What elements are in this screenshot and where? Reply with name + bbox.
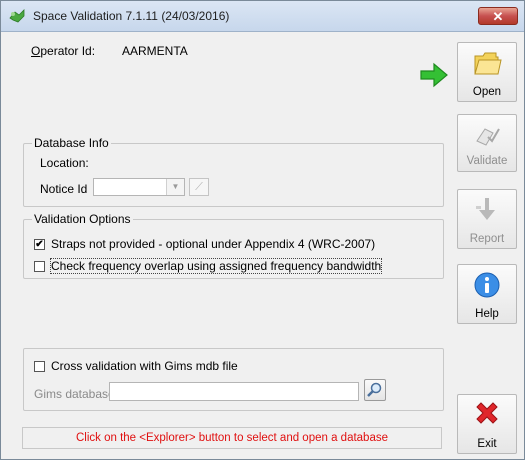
exit-button[interactable]: Exit bbox=[457, 394, 517, 454]
window-title: Space Validation 7.1.11 (24/03/2016) bbox=[33, 9, 230, 23]
validate-icon bbox=[476, 128, 500, 146]
close-button[interactable]: ✕ bbox=[478, 7, 518, 25]
help-button-label: Help bbox=[475, 308, 499, 320]
validate-button-label: Validate bbox=[466, 155, 508, 167]
straps-option-label: Straps not provided - optional under App… bbox=[51, 237, 376, 251]
database-info-group: Database Info Location: Notice Id ▼ ⟋ bbox=[23, 136, 444, 207]
open-button[interactable]: Open bbox=[457, 42, 517, 102]
gims-browse-button[interactable] bbox=[364, 379, 386, 401]
cross-validation-label: Cross validation with Gims mdb file bbox=[51, 359, 238, 373]
gims-database-input[interactable] bbox=[109, 382, 359, 401]
folder-icon bbox=[474, 52, 502, 75]
validate-button[interactable]: Validate bbox=[457, 114, 517, 172]
cross-validation-checkbox[interactable] bbox=[34, 361, 45, 372]
notice-id-label: Notice Id bbox=[40, 182, 88, 196]
info-icon bbox=[474, 272, 500, 298]
exit-x-icon bbox=[476, 402, 498, 424]
green-arrow-icon bbox=[420, 62, 448, 88]
app-icon bbox=[9, 9, 25, 23]
location-label: Location: bbox=[40, 156, 89, 170]
exit-button-label: Exit bbox=[477, 438, 497, 450]
report-button-label: Report bbox=[469, 233, 505, 245]
open-button-label: Open bbox=[472, 86, 502, 98]
notice-pick-button[interactable]: ⟋ bbox=[189, 178, 209, 196]
notice-id-combobox[interactable]: ▼ bbox=[93, 178, 185, 196]
cross-validation-group: Cross validation with Gims mdb file Gims… bbox=[23, 348, 444, 411]
status-message: Click on the <Explorer> button to select… bbox=[22, 427, 442, 449]
help-button[interactable]: Help bbox=[457, 264, 517, 324]
validation-options-group: Validation Options ✔ Straps not provided… bbox=[23, 212, 444, 279]
operator-id-value: AARMENTA bbox=[122, 44, 188, 58]
gims-database-label: Gims database: bbox=[34, 387, 119, 401]
validation-options-title: Validation Options bbox=[32, 212, 133, 226]
title-bar[interactable]: Space Validation 7.1.11 (24/03/2016) ✕ bbox=[1, 1, 524, 32]
pen-icon: ⟋ bbox=[195, 181, 203, 193]
report-button[interactable]: Report bbox=[457, 189, 517, 249]
report-icon bbox=[476, 198, 495, 220]
operator-id-label: Operator Id: bbox=[31, 44, 96, 58]
search-icon bbox=[367, 382, 382, 397]
database-info-title: Database Info bbox=[32, 136, 111, 150]
frequency-overlap-label: Check frequency overlap using assigned f… bbox=[49, 258, 383, 274]
space-validation-window: Space Validation 7.1.11 (24/03/2016) ✕ O… bbox=[0, 0, 525, 460]
straps-checkbox[interactable]: ✔ bbox=[34, 239, 45, 250]
frequency-overlap-checkbox[interactable] bbox=[34, 261, 45, 272]
chevron-down-icon[interactable]: ▼ bbox=[166, 179, 184, 195]
